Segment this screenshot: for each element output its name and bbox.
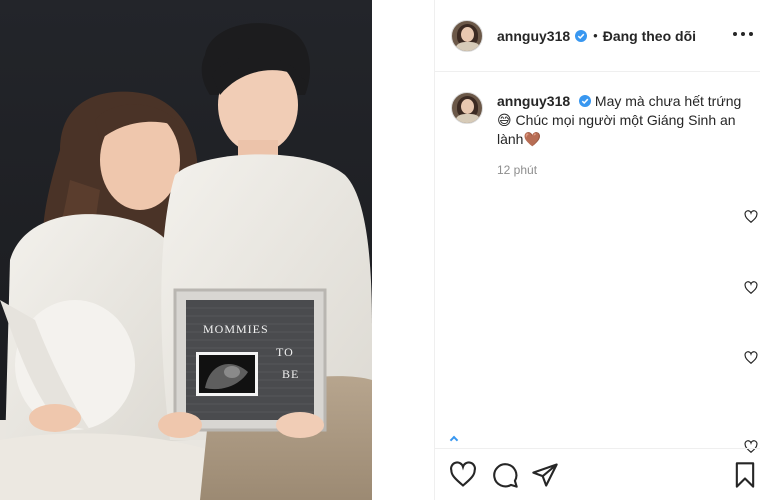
letterboard-be: BE (282, 367, 299, 381)
post-photo-illustration: MOMMIES TO BE (0, 0, 372, 500)
verified-badge-icon (579, 95, 592, 107)
bookmark-icon[interactable] (731, 461, 759, 489)
heart-outline-icon[interactable] (744, 351, 758, 365)
author-avatar[interactable] (451, 19, 483, 52)
heart-icon[interactable] (449, 461, 477, 489)
following-button[interactable]: Đang theo dõi (603, 28, 696, 44)
caption-body: annguy318 May mà chưa hết trứng 😅 Chúc m… (497, 92, 751, 180)
comment-reply-marker (449, 435, 459, 445)
post-actions (435, 448, 760, 500)
more-options-icon[interactable] (733, 26, 753, 42)
caption-username[interactable]: annguy318 (497, 93, 570, 109)
comment-icon[interactable] (491, 461, 519, 489)
caption-text-line2: 😅 Chúc mọi người một Giáng Sinh an (497, 112, 736, 128)
caption-text-line3: lành🤎 (497, 131, 541, 147)
letterboard-mommies: MOMMIES (203, 322, 269, 336)
post-header: annguy318 • Đang theo dõi (435, 0, 760, 72)
caption: annguy318 May mà chưa hết trứng 😅 Chúc m… (451, 92, 751, 180)
heart-outline-icon[interactable] (744, 281, 758, 295)
verified-badge-icon (575, 29, 588, 42)
layout-gap (372, 0, 434, 500)
post-panel: annguy318 • Đang theo dõi annguy318 May … (434, 0, 760, 500)
header-separator: • (593, 28, 598, 43)
post-photo[interactable]: MOMMIES TO BE (0, 0, 372, 500)
caption-avatar[interactable] (451, 92, 483, 124)
caption-text-line1: May mà chưa hết trứng (594, 93, 742, 109)
author-username[interactable]: annguy318 (497, 28, 570, 44)
post-time[interactable]: 12 phút (497, 161, 751, 180)
paper-plane-icon[interactable] (531, 461, 559, 489)
letterboard-to: TO (276, 345, 294, 359)
heart-outline-icon[interactable] (744, 210, 758, 224)
